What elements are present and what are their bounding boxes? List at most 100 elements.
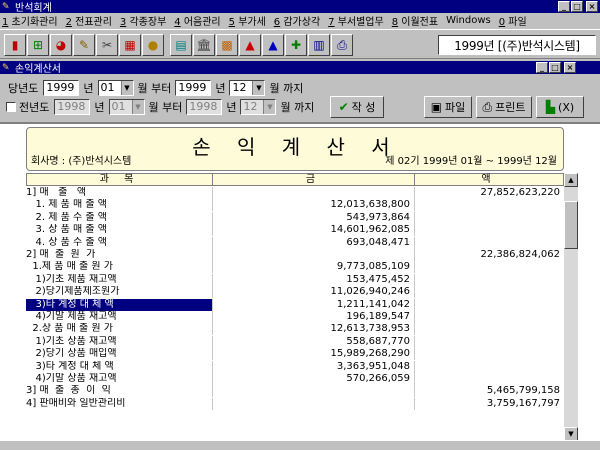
- printer-icon: ⎙: [482, 99, 493, 114]
- arrow-up-red-icon[interactable]: ▲: [239, 34, 261, 56]
- exit-icon[interactable]: ▮: [4, 34, 26, 56]
- current-year-row: 당년도 1999 년 01 ▼ 월 부터 1999 년 12 ▼ 월 까지: [6, 79, 307, 96]
- amount-1-cell: 693,048,471: [212, 236, 414, 249]
- table-row[interactable]: 1] 매 출 액 27,852,623,220: [26, 187, 564, 199]
- account-cell: 1. 제 품 매 출 액: [26, 199, 107, 211]
- exit-button[interactable]: ▙ (X): [536, 96, 584, 118]
- tree-icon[interactable]: ⊞: [27, 34, 49, 56]
- table-row[interactable]: 4)기말 제품 재고액 196,189,547: [26, 311, 564, 323]
- year-unit: 년: [83, 81, 94, 95]
- chevron-down-icon[interactable]: ▼: [252, 80, 265, 95]
- prior-year-label: 전년도: [19, 100, 50, 114]
- amount-1-cell: 9,773,085,109: [212, 261, 414, 274]
- table-row[interactable]: 4. 상 품 수 출 액 693,048,471: [26, 236, 564, 249]
- file-button[interactable]: ▣ 파일: [424, 96, 472, 118]
- prior-year-row: 전년도 1998 년 01 ▼ 월 부터 1998 년 12 ▼ 월 까지: [6, 98, 318, 115]
- menu-item-5[interactable]: 6 감가상각: [274, 13, 320, 28]
- maximize-button[interactable]: □: [571, 1, 583, 12]
- prior-year-from-input[interactable]: 1998: [54, 98, 91, 115]
- menu-item-label: 어음관리: [180, 17, 221, 28]
- print-button-label: 프린트: [495, 101, 526, 114]
- menu-item-3[interactable]: 4 어음관리: [174, 13, 220, 28]
- checkmark-icon: ✔: [338, 100, 349, 114]
- calculator-icon[interactable]: ▦: [119, 34, 141, 56]
- table-row[interactable]: 2.상 품 매 출 원 가 12,613,738,953: [26, 323, 564, 336]
- pencil-icon[interactable]: ✎: [73, 34, 95, 56]
- bank-icon[interactable]: 🏛: [193, 34, 215, 56]
- amount-2-cell: [414, 273, 564, 286]
- grid-icon[interactable]: ▩: [216, 34, 238, 56]
- table-row[interactable]: 4] 판매비와 일반관리비 3,759,167,797: [26, 397, 564, 410]
- current-month-to-select[interactable]: 12 ▼: [229, 79, 266, 96]
- arrow-up-blue-icon[interactable]: ▲: [262, 34, 284, 56]
- chevron-down-icon[interactable]: ▼: [131, 99, 144, 114]
- account-cell: 3)타 계정 대 체 액: [26, 298, 212, 311]
- menu-item-0[interactable]: 1 초기화관리: [2, 13, 58, 28]
- child-minimize-button[interactable]: _: [536, 62, 548, 73]
- table-row[interactable]: 3. 상 품 매 출 액 14,601,962,085: [26, 224, 564, 237]
- current-year-from-input[interactable]: 1999: [43, 79, 80, 96]
- menu-item-1[interactable]: 2 전표관리: [66, 13, 112, 28]
- printer-icon[interactable]: ⎙: [331, 34, 353, 56]
- print-button[interactable]: ⎙ 프린트: [476, 96, 532, 118]
- current-year-to-input[interactable]: 1999: [175, 79, 212, 96]
- app-title: 반석회계: [15, 3, 52, 14]
- table-row[interactable]: 3)타 계정 대 체 액 1,211,141,042: [26, 298, 564, 311]
- window-title: 손익계산서: [15, 64, 61, 75]
- prior-year-checkbox[interactable]: [6, 101, 16, 112]
- table-row[interactable]: 2)당기 상품 매입액 15,989,268,290: [26, 348, 564, 361]
- scroll-up-icon[interactable]: ▲: [564, 173, 578, 187]
- child-maximize-button[interactable]: □: [549, 62, 561, 73]
- amount-2-cell: [414, 311, 564, 323]
- table-row[interactable]: 2. 제 품 수 출 액 543,973,864: [26, 211, 564, 224]
- table-row[interactable]: 1.제 품 매 출 원 가 9,773,085,109: [26, 261, 564, 274]
- chevron-down-icon[interactable]: ▼: [120, 80, 133, 95]
- create-button[interactable]: ✔ 작 성: [330, 96, 384, 118]
- amount-2-cell: [414, 373, 564, 385]
- table-row[interactable]: 1)기초 상품 재고액 558,687,770: [26, 335, 564, 348]
- menu-item-8[interactable]: Windows: [446, 15, 491, 26]
- chevron-down-icon[interactable]: ▼: [263, 99, 276, 114]
- table-row[interactable]: 2] 매 출 원 가 22,386,824,062: [26, 249, 564, 261]
- scroll-thumb[interactable]: [564, 201, 578, 249]
- current-month-to-value: 12: [232, 80, 247, 94]
- amount-2-cell: [414, 199, 564, 212]
- table-row[interactable]: 1. 제 품 매 출 액 12,013,638,800: [26, 199, 564, 212]
- menu-item-label: 이월전표: [398, 17, 439, 28]
- table-row[interactable]: 4)기말 상품 재고액 570,266,059: [26, 373, 564, 385]
- book-icon[interactable]: ▤: [170, 34, 192, 56]
- close-button[interactable]: ×: [586, 1, 598, 12]
- vertical-scrollbar[interactable]: ▲ ▼: [564, 173, 578, 441]
- account-cell: 1)기초 상품 재고액: [26, 335, 117, 347]
- minimize-button[interactable]: _: [558, 1, 570, 12]
- account-cell: 2. 제 품 수 출 액: [26, 211, 107, 223]
- menu-item-6[interactable]: 7 부서별업무: [328, 13, 384, 28]
- column-header-amount-1: 금: [212, 173, 415, 186]
- menu-item-4[interactable]: 5 부가세: [229, 13, 266, 28]
- tools-icon[interactable]: ✂: [96, 34, 118, 56]
- prior-year-to-input[interactable]: 1998: [186, 98, 223, 115]
- current-month-from-select[interactable]: 01 ▼: [97, 79, 134, 96]
- cross-icon[interactable]: ✚: [285, 34, 307, 56]
- coin-icon[interactable]: ●: [142, 34, 164, 56]
- amount-2-cell: 5,465,799,158: [414, 385, 564, 398]
- table-row[interactable]: 3] 매 출 총 이 익 5,465,799,158: [26, 385, 564, 398]
- status-bar: [0, 440, 600, 450]
- amount-2-cell: [414, 298, 564, 311]
- menu-item-9[interactable]: 0 파일: [499, 13, 527, 28]
- menu-item-label: Windows: [446, 15, 491, 26]
- prior-month-to-select[interactable]: 12 ▼: [240, 98, 277, 115]
- current-month-from-value: 01: [100, 80, 115, 94]
- table-row[interactable]: 1)기초 제품 재고액 153,475,452: [26, 273, 564, 286]
- year-unit-4: 년: [226, 100, 237, 114]
- child-close-button[interactable]: ×: [564, 62, 576, 73]
- menu-item-7[interactable]: 8 이월전표: [392, 13, 438, 28]
- table-row[interactable]: 3)타 계정 대 체 액 3,363,951,048: [26, 360, 564, 373]
- menu-item-label: 부서별업무: [334, 17, 384, 28]
- table-icon[interactable]: ▥: [308, 34, 330, 56]
- table-row[interactable]: 2)당기제품제조원가 11,026,940,246: [26, 286, 564, 299]
- menu-item-2[interactable]: 3 각종장부: [120, 13, 166, 28]
- chart-icon[interactable]: ◕: [50, 34, 72, 56]
- prior-month-from-select[interactable]: 01 ▼: [108, 98, 145, 115]
- scroll-down-icon[interactable]: ▼: [564, 427, 578, 441]
